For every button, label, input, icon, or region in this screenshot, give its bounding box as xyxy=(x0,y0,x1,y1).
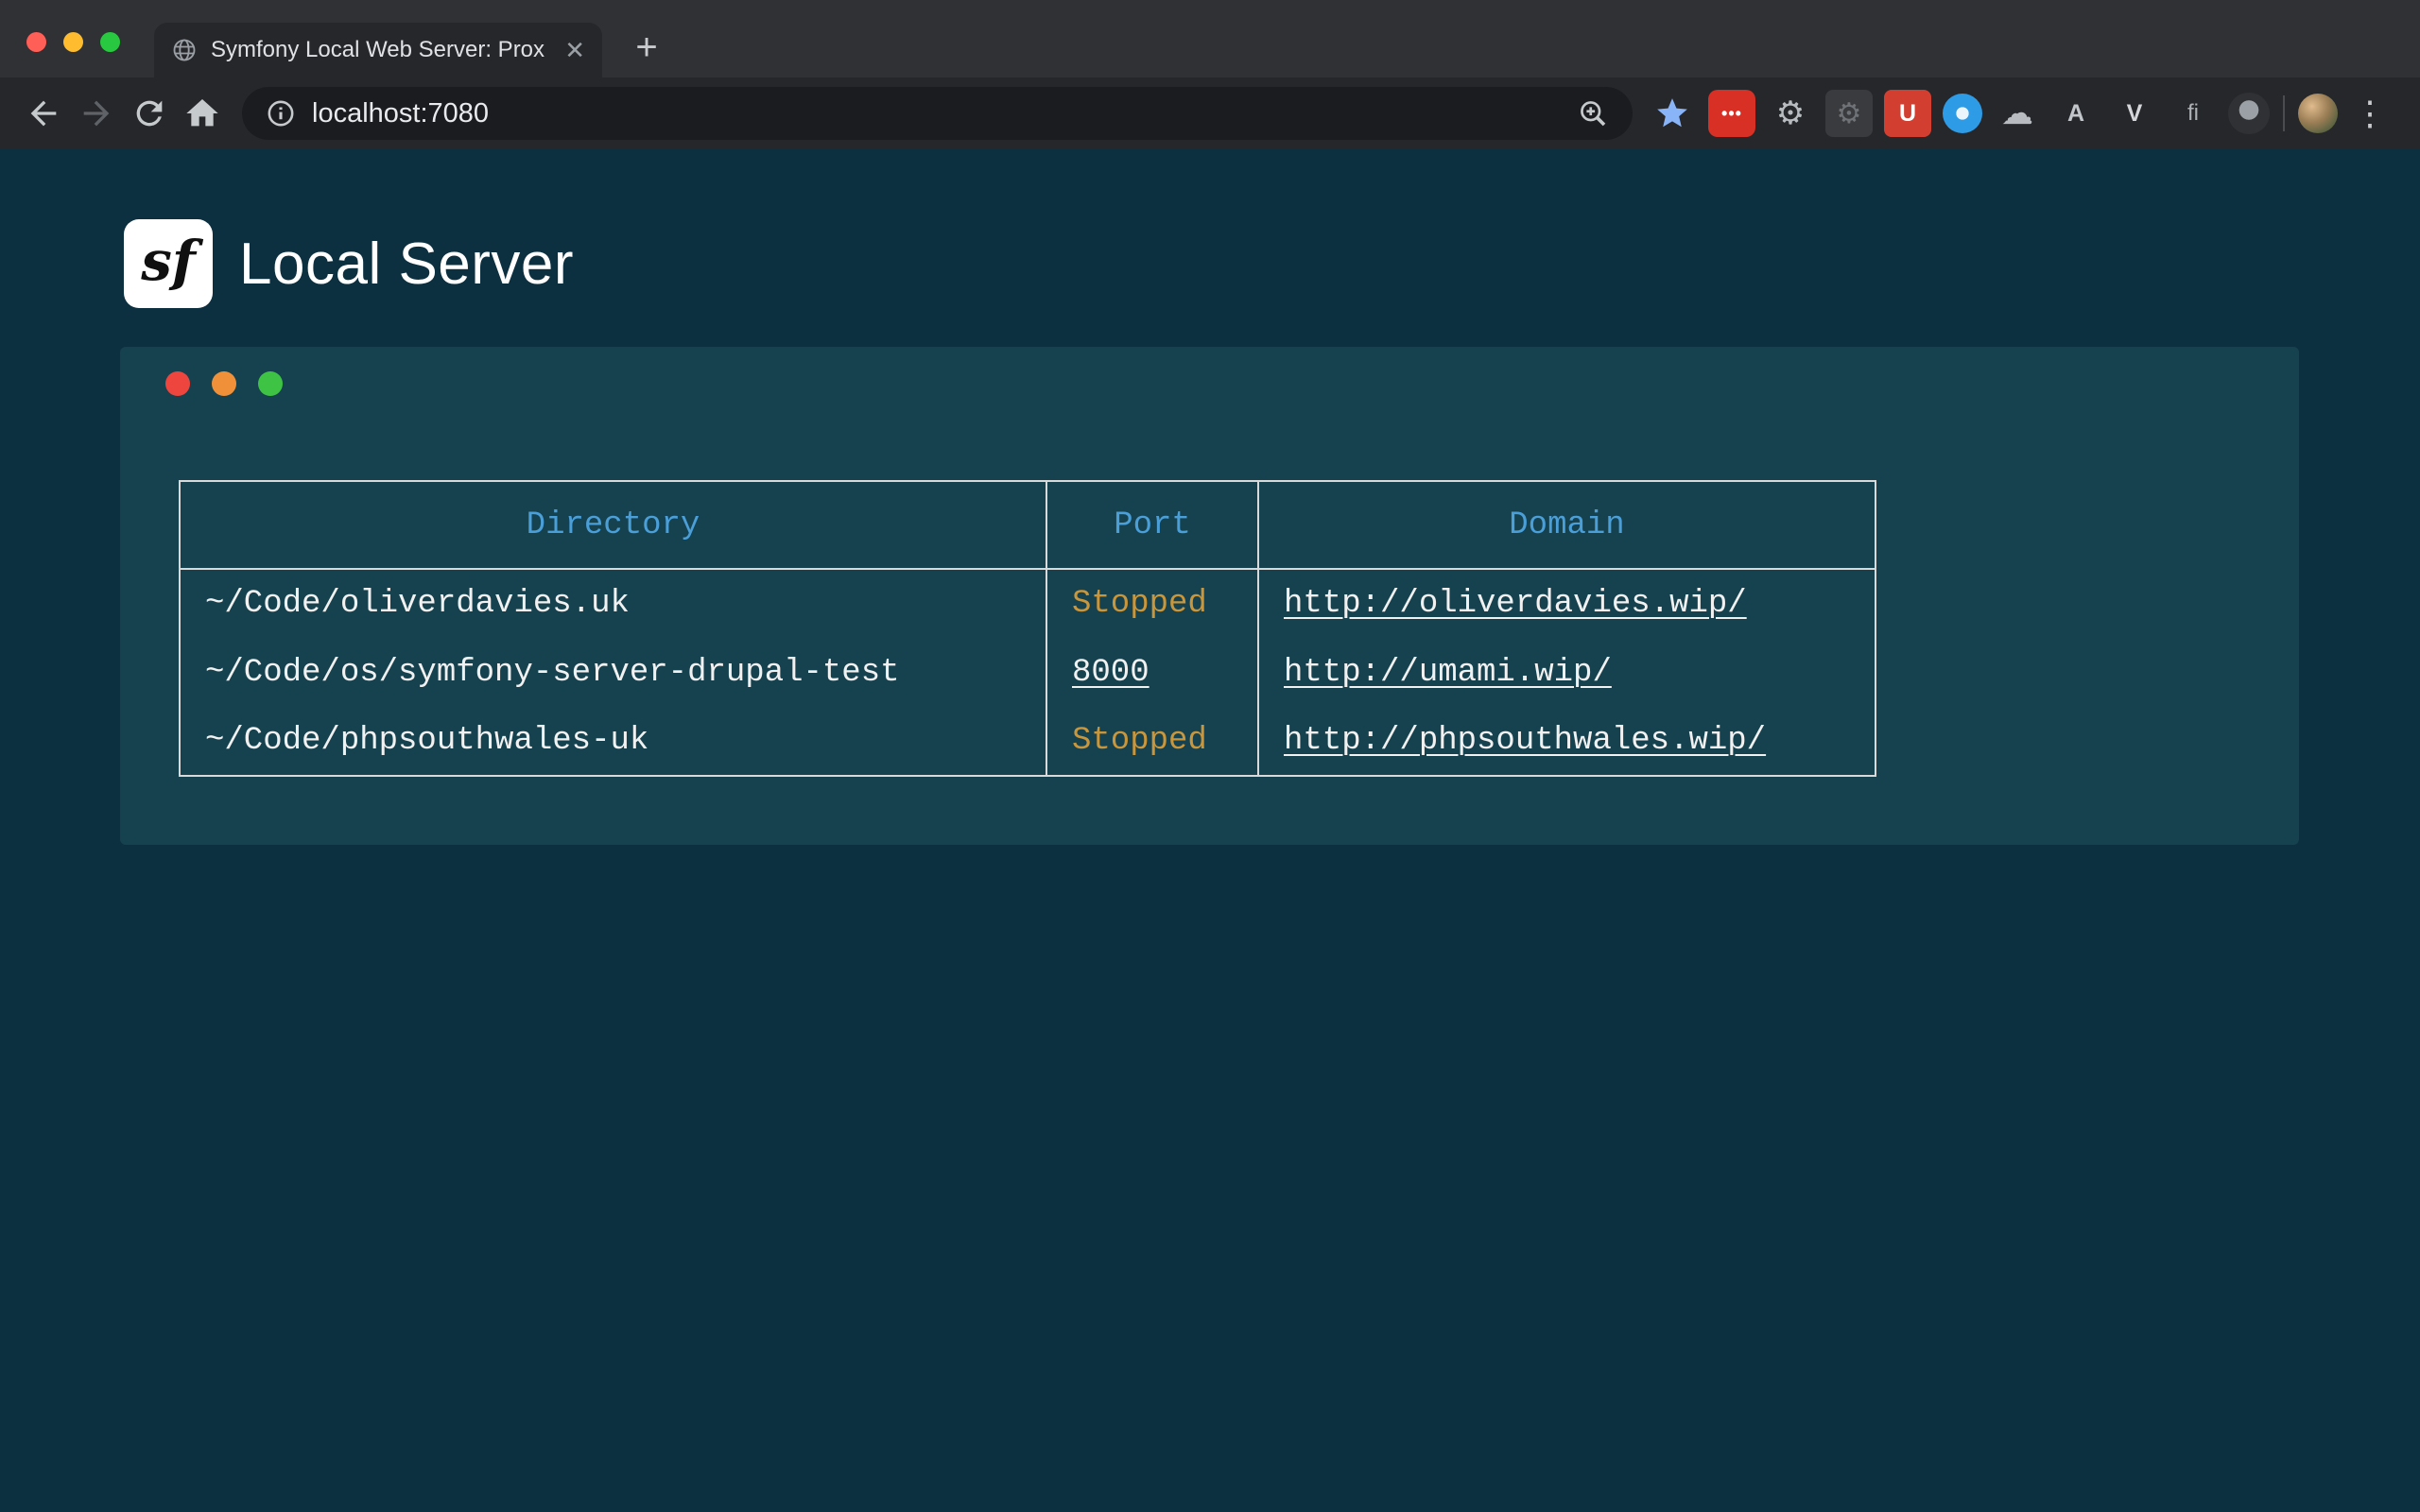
extension-red-grid-icon[interactable]: ••• xyxy=(1708,90,1755,137)
page-info-icon[interactable] xyxy=(265,97,297,129)
extension-v-icon[interactable]: V xyxy=(2111,90,2158,137)
profile-avatar[interactable] xyxy=(2298,94,2338,133)
port-cell: Stopped xyxy=(1046,569,1258,638)
table-row: ~/Code/oliverdavies.uk Stopped http://ol… xyxy=(180,569,1876,638)
server-card: Directory Port Domain ~/Code/oliverdavie… xyxy=(120,347,2299,845)
symfony-proxy-page: sf Local Server Directory Port Domain ~/… xyxy=(0,149,2420,1512)
reload-icon xyxy=(130,94,168,132)
tab-close-button[interactable]: ✕ xyxy=(564,38,585,62)
forward-button[interactable] xyxy=(70,87,123,140)
domain-link[interactable]: http://umami.wip/ xyxy=(1284,655,1612,691)
table-row: ~/Code/phpsouthwales-uk Stopped http://p… xyxy=(180,707,1876,776)
globe-favicon-icon xyxy=(171,37,198,63)
page-title: Local Server xyxy=(239,231,574,298)
symfony-logo-text: sf xyxy=(141,229,196,293)
extension-a-icon[interactable]: A xyxy=(2052,90,2100,137)
new-tab-button[interactable]: + xyxy=(624,25,669,70)
browser-window: Symfony Local Web Server: Prox ✕ + local… xyxy=(0,0,2420,149)
directory-cell: ~/Code/os/symfony-server-drupal-test xyxy=(180,638,1046,707)
domain-link[interactable]: http://phpsouthwales.wip/ xyxy=(1284,723,1766,759)
extension-ublock-icon[interactable]: U xyxy=(1884,90,1931,137)
url-text: localhost:7080 xyxy=(312,98,489,129)
browser-toolbar: localhost:7080 ••• ⚙ ⚙ U ☁ A V fi ⋮ xyxy=(0,77,2420,149)
site-header: sf Local Server xyxy=(124,219,574,308)
back-arrow-icon xyxy=(25,94,62,132)
macos-traffic-lights xyxy=(26,32,120,52)
port-status: Stopped xyxy=(1072,723,1207,759)
symfony-logo: sf xyxy=(124,219,213,308)
domain-cell: http://phpsouthwales.wip/ xyxy=(1258,707,1876,776)
bookmark-star-button[interactable] xyxy=(1646,87,1699,140)
extension-blue-circle-icon[interactable] xyxy=(1943,94,1982,133)
extension-fi-icon[interactable]: fi xyxy=(2169,90,2217,137)
extension-octocat-icon[interactable] xyxy=(2228,93,2270,134)
directory-cell: ~/Code/oliverdavies.uk xyxy=(180,569,1046,638)
domain-link[interactable]: http://oliverdavies.wip/ xyxy=(1284,586,1747,622)
zoom-indicator-icon[interactable] xyxy=(1576,96,1610,130)
toolbar-separator xyxy=(2283,95,2285,131)
directory-cell: ~/Code/phpsouthwales-uk xyxy=(180,707,1046,776)
domain-cell: http://umami.wip/ xyxy=(1258,638,1876,707)
reload-button[interactable] xyxy=(123,87,176,140)
extension-icons: ••• ⚙ ⚙ U ☁ A V fi xyxy=(1708,90,2270,137)
browser-menu-button[interactable]: ⋮ xyxy=(2338,94,2403,133)
extension-gear-icon[interactable]: ⚙ xyxy=(1767,90,1814,137)
domain-cell: http://oliverdavies.wip/ xyxy=(1258,569,1876,638)
terminal-dots xyxy=(165,371,283,396)
red-dot-icon xyxy=(165,371,190,396)
column-header-port: Port xyxy=(1046,481,1258,569)
servers-table: Directory Port Domain ~/Code/oliverdavie… xyxy=(179,480,1876,777)
extension-dark-gear-icon[interactable]: ⚙ xyxy=(1825,90,1873,137)
green-dot-icon xyxy=(258,371,283,396)
orange-dot-icon xyxy=(212,371,236,396)
column-header-directory: Directory xyxy=(180,481,1046,569)
window-close-button[interactable] xyxy=(26,32,46,52)
column-header-domain: Domain xyxy=(1258,481,1876,569)
address-bar[interactable]: localhost:7080 xyxy=(242,87,1633,140)
table-header-row: Directory Port Domain xyxy=(180,481,1876,569)
port-status: Stopped xyxy=(1072,586,1207,622)
forward-arrow-icon xyxy=(78,94,115,132)
star-icon xyxy=(1654,95,1690,131)
back-button[interactable] xyxy=(17,87,70,140)
window-minimize-button[interactable] xyxy=(63,32,83,52)
port-cell: 8000 xyxy=(1046,638,1258,707)
home-button[interactable] xyxy=(176,87,229,140)
port-link[interactable]: 8000 xyxy=(1072,655,1150,691)
home-icon xyxy=(183,94,221,132)
window-zoom-button[interactable] xyxy=(100,32,120,52)
tab-title: Symfony Local Web Server: Prox xyxy=(211,37,551,63)
extension-cloud-icon[interactable]: ☁ xyxy=(1994,90,2041,137)
table-row: ~/Code/os/symfony-server-drupal-test 800… xyxy=(180,638,1876,707)
tab-strip: Symfony Local Web Server: Prox ✕ + xyxy=(0,0,2420,77)
port-cell: Stopped xyxy=(1046,707,1258,776)
browser-tab[interactable]: Symfony Local Web Server: Prox ✕ xyxy=(154,23,602,77)
